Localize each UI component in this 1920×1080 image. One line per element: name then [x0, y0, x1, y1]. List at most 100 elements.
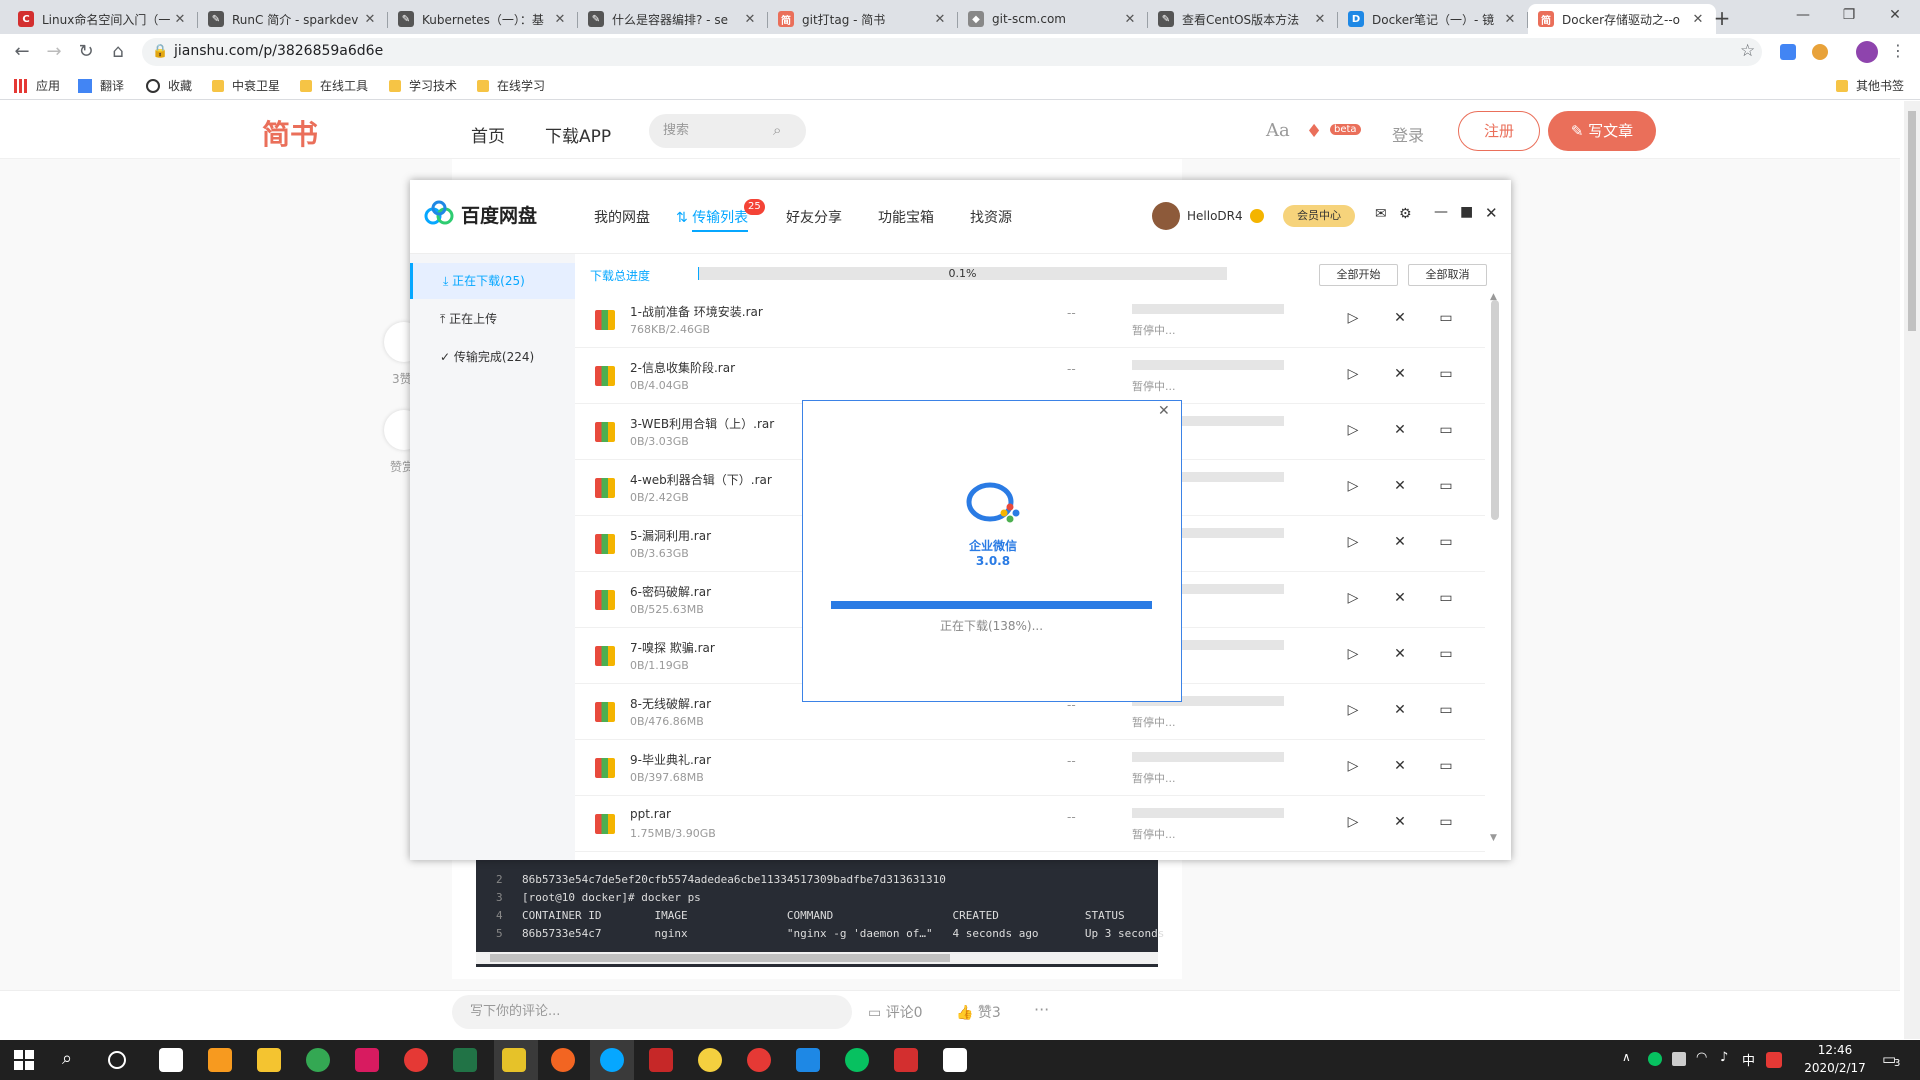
maximize-icon[interactable]: ■	[1460, 204, 1473, 220]
tab-close-icon[interactable]: ✕	[552, 12, 568, 27]
redis-icon[interactable]	[649, 1048, 673, 1072]
open-folder-icon[interactable]: ▭	[1436, 758, 1456, 774]
resume-icon[interactable]: ▷	[1343, 310, 1363, 326]
download-row[interactable]: 2-信息收集阶段.rar 0B/4.04GB -- 暂停中... ▷ ✕ ▭	[575, 348, 1485, 404]
scroll-down-icon[interactable]: ▼	[1490, 833, 1497, 843]
tray-wechat-icon[interactable]	[1648, 1052, 1662, 1066]
resume-icon[interactable]: ▷	[1343, 478, 1363, 494]
delete-icon[interactable]: ✕	[1390, 814, 1410, 830]
browser-tab[interactable]: 简 Docker存储驱动之--o ✕	[1528, 4, 1716, 34]
comment-input[interactable]: 写下你的评论...	[452, 995, 852, 1029]
tray-expand-icon[interactable]: ∧	[1622, 1050, 1631, 1064]
notepad-icon[interactable]	[502, 1048, 526, 1072]
browser-tab[interactable]: ◆ git-scm.com ✕	[958, 4, 1148, 34]
write-article-button[interactable]: ✎ 写文章	[1548, 111, 1656, 151]
dialog-close-icon[interactable]: ✕	[1158, 403, 1170, 419]
resume-icon[interactable]: ▷	[1343, 590, 1363, 606]
jianshu-logo[interactable]: 简书	[262, 113, 318, 153]
browser-tab[interactable]: ✎ 什么是容器编排? - se ✕	[578, 4, 768, 34]
open-folder-icon[interactable]: ▭	[1436, 422, 1456, 438]
sidebar-item-downloading[interactable]: ⤓ 正在下载(25)	[410, 263, 575, 299]
lock-icon[interactable]: 🔒	[152, 44, 168, 59]
browser-tab[interactable]: C Linux命名空间入门（一 ✕	[8, 4, 198, 34]
netease-music-icon[interactable]	[747, 1048, 771, 1072]
vip-center-button[interactable]: 会员中心	[1283, 205, 1355, 227]
code-horizontal-scrollbar[interactable]	[476, 952, 1158, 964]
register-button[interactable]: 注册	[1458, 111, 1540, 151]
search-icon[interactable]: ⌕	[773, 121, 781, 139]
download-row[interactable]: ppt.rar 1.75MB/3.90GB -- 暂停中... ▷ ✕ ▭	[575, 796, 1485, 852]
clock-time[interactable]: 12:46	[1804, 1043, 1866, 1057]
open-folder-icon[interactable]: ▭	[1436, 534, 1456, 550]
comment-button[interactable]: ▭ 评论0	[868, 1002, 923, 1022]
new-tab-button[interactable]: +	[1710, 6, 1734, 30]
search-icon[interactable]: ⌕	[62, 1048, 72, 1069]
browser-tab[interactable]: 简 git打tag - 简书 ✕	[768, 4, 958, 34]
tab-friend-share[interactable]: 好友分享	[786, 207, 842, 227]
tray-volume-icon[interactable]: ♪	[1720, 1050, 1728, 1065]
tab-close-icon[interactable]: ✕	[742, 12, 758, 27]
open-folder-icon[interactable]: ▭	[1436, 814, 1456, 830]
delete-icon[interactable]: ✕	[1390, 758, 1410, 774]
tab-my-disk[interactable]: 我的网盘	[594, 207, 650, 227]
open-folder-icon[interactable]: ▭	[1436, 478, 1456, 494]
minimize-icon[interactable]: —	[1434, 204, 1448, 220]
reload-icon[interactable]: ↻	[74, 40, 98, 64]
open-folder-icon[interactable]: ▭	[1436, 366, 1456, 382]
nav-home[interactable]: 首页	[471, 122, 505, 147]
resume-icon[interactable]: ▷	[1343, 534, 1363, 550]
file-explorer-icon[interactable]	[257, 1048, 281, 1072]
tab-close-icon[interactable]: ✕	[362, 12, 378, 27]
page-scrollbar-thumb[interactable]	[1908, 111, 1916, 331]
postman-icon[interactable]	[551, 1048, 575, 1072]
nav-download-app[interactable]: 下载APP	[545, 122, 611, 147]
open-folder-icon[interactable]: ▭	[1436, 646, 1456, 662]
close-icon[interactable]: ✕	[1485, 204, 1498, 222]
resume-icon[interactable]: ▷	[1343, 422, 1363, 438]
tab-close-icon[interactable]: ✕	[1312, 12, 1328, 27]
browser-tab[interactable]: ✎ 查看CentOS版本方法 ✕	[1148, 4, 1338, 34]
resume-icon[interactable]: ▷	[1343, 758, 1363, 774]
app-icon[interactable]	[404, 1048, 428, 1072]
youdao-icon[interactable]	[894, 1048, 918, 1072]
wechat-icon[interactable]	[845, 1048, 869, 1072]
search-input[interactable]: 搜索	[649, 114, 806, 148]
download-row[interactable]: 1-战前准备 环境安装.rar 768KB/2.46GB -- 暂停中... ▷ ✕ ▭	[575, 292, 1485, 348]
open-folder-icon[interactable]: ▭	[1436, 702, 1456, 718]
other-bookmarks[interactable]: 其他书签	[1836, 77, 1904, 94]
browser-tab[interactable]: ✎ RunC 简介 - sparkdev ✕	[198, 4, 388, 34]
scrollbar-thumb[interactable]	[490, 954, 950, 962]
delete-icon[interactable]: ✕	[1390, 366, 1410, 382]
browser-tab[interactable]: D Docker笔记（一）- 镜 ✕	[1338, 4, 1528, 34]
windows-start-icon[interactable]	[14, 1050, 34, 1070]
navicat-icon[interactable]	[698, 1048, 722, 1072]
resume-icon[interactable]: ▷	[1343, 366, 1363, 382]
forward-icon[interactable]: →	[42, 40, 66, 64]
username[interactable]: HelloDR4	[1187, 209, 1243, 223]
minimize-window-button[interactable]: —	[1780, 0, 1826, 30]
tab-close-icon[interactable]: ✕	[172, 12, 188, 27]
sogou-ime-icon[interactable]	[1766, 1052, 1782, 1068]
delete-icon[interactable]: ✕	[1390, 646, 1410, 662]
tab-toolbox[interactable]: 功能宝箱	[878, 207, 934, 227]
cortana-icon[interactable]	[108, 1051, 126, 1069]
typora-icon[interactable]	[159, 1048, 183, 1072]
list-scrollbar-thumb[interactable]	[1491, 300, 1499, 520]
baidu-netdisk-icon[interactable]	[600, 1048, 624, 1072]
profile-avatar[interactable]	[1856, 41, 1878, 63]
user-avatar[interactable]	[1152, 202, 1180, 230]
page-scrollbar[interactable]	[1904, 101, 1920, 1039]
tab-transfer-list[interactable]: ⇅ 传输列表	[676, 207, 748, 227]
diamond-icon[interactable]: ♦	[1306, 121, 1322, 142]
tab-close-icon[interactable]: ✕	[932, 12, 948, 27]
delete-icon[interactable]: ✕	[1390, 534, 1410, 550]
clock-date[interactable]: 2020/2/17	[1796, 1061, 1874, 1075]
back-icon[interactable]: ←	[10, 40, 34, 64]
bookmark-folder[interactable]: 学习技术	[389, 77, 457, 94]
bookmark-folder[interactable]: 在线工具	[300, 77, 368, 94]
bookmark-folder[interactable]: 中衰卫星	[212, 77, 280, 94]
bookmark-star-icon[interactable]: ☆	[1740, 41, 1755, 61]
open-folder-icon[interactable]: ▭	[1436, 310, 1456, 326]
bookmark-folder[interactable]: 在线学习	[477, 77, 545, 94]
tray-battery-icon[interactable]	[1672, 1052, 1686, 1066]
